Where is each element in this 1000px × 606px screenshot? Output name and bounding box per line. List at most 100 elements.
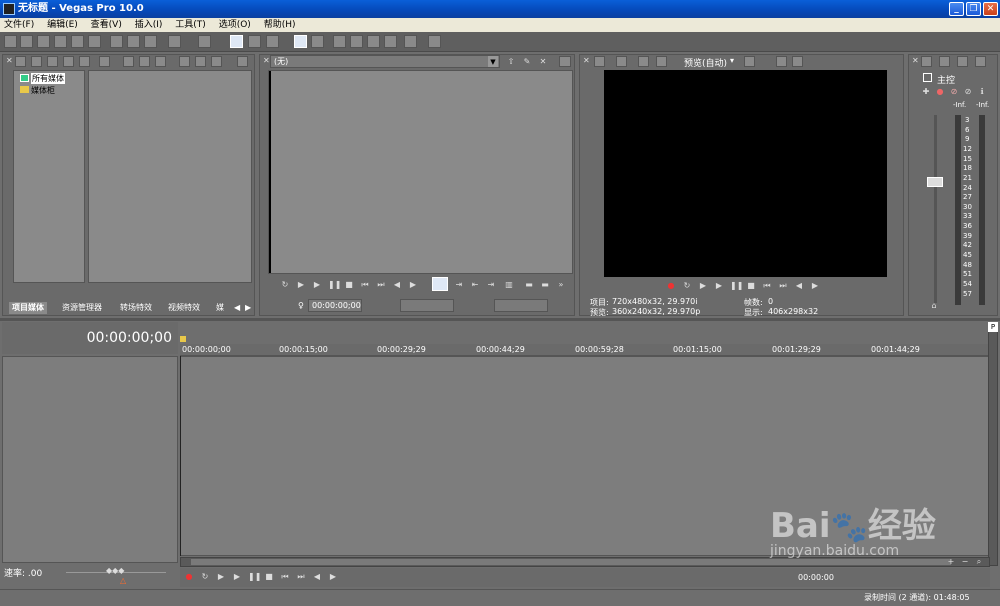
panel-close-icon[interactable]: ✕ — [6, 56, 13, 65]
play-from-start-icon[interactable]: ▶ — [296, 280, 306, 290]
preview-stop-icon[interactable]: ■ — [746, 281, 756, 291]
go-to-end-icon[interactable]: ⏭ — [376, 280, 386, 290]
quality-chevron-down-icon[interactable]: ▾ — [730, 56, 734, 65]
zoom-tool-icon[interactable] — [350, 35, 363, 48]
remove-media-icon[interactable] — [123, 56, 134, 67]
menu-file[interactable]: 文件(F) — [4, 20, 34, 30]
timeline-prev-frame-icon[interactable]: ◀ — [312, 572, 322, 582]
bus-insert-icon[interactable]: ✚ — [921, 87, 931, 97]
overlays-icon[interactable] — [744, 56, 755, 67]
zoom-in-icon[interactable] — [367, 35, 380, 48]
record-icon[interactable]: ● — [666, 281, 676, 291]
previous-frame-icon[interactable]: ◀ — [392, 280, 402, 290]
zoom-out-icon[interactable] — [384, 35, 397, 48]
selection-tool-icon[interactable] — [333, 35, 346, 48]
fader-lock-icon[interactable]: ⌂ — [929, 301, 939, 311]
bus-info-icon[interactable]: ℹ — [977, 87, 987, 97]
media-fx-icon[interactable] — [155, 56, 166, 67]
normal-edit-tool-icon[interactable] — [294, 35, 307, 48]
new-icon[interactable] — [4, 35, 17, 48]
tab-media-generators[interactable]: 媒 — [213, 302, 227, 314]
master-properties-icon[interactable] — [921, 56, 932, 67]
menu-tools[interactable]: 工具(T) — [175, 20, 206, 30]
maximize-button[interactable]: ❐ — [966, 2, 981, 16]
bus-mute-icon[interactable]: ⊘ — [949, 87, 959, 97]
loop-icon[interactable]: ↻ — [280, 280, 290, 290]
trimmer-play-icon[interactable]: ▶ — [312, 280, 322, 290]
timeline-go-to-end-icon[interactable]: ⏭ — [296, 572, 306, 582]
minimize-button[interactable]: _ — [949, 2, 964, 16]
snap-icon[interactable] — [248, 35, 261, 48]
downmix-icon[interactable] — [939, 56, 950, 67]
trimmer-clear-icon[interactable]: ✕ — [538, 57, 548, 67]
views-icon[interactable] — [237, 56, 248, 67]
auto-preview-icon[interactable] — [211, 56, 222, 67]
envelope-tool-icon[interactable] — [311, 35, 324, 48]
get-media-icon[interactable] — [47, 56, 58, 67]
close-button[interactable]: ✕ — [983, 2, 998, 16]
tab-scroll-right-icon[interactable]: ▶ — [245, 303, 251, 312]
trimmer-in-point[interactable] — [400, 299, 454, 312]
master-more-icon[interactable] — [975, 56, 986, 67]
undo-icon[interactable] — [168, 35, 181, 48]
overwrite-icon[interactable]: ▬ — [524, 280, 534, 290]
menu-help[interactable]: 帮助(H) — [264, 20, 296, 30]
preview-loop-icon[interactable]: ↻ — [682, 281, 692, 291]
menu-insert[interactable]: 插入(I) — [135, 20, 163, 30]
preview-play-from-start-icon[interactable]: ▶ — [698, 281, 708, 291]
tab-video-fx[interactable]: 视频特效 — [165, 302, 203, 314]
lock-envelopes-icon[interactable] — [266, 35, 279, 48]
stop-icon[interactable] — [195, 56, 206, 67]
dim-output-icon[interactable] — [957, 56, 968, 67]
trimmer-media-select[interactable]: (无) ▼ — [270, 55, 500, 68]
preview-properties-icon[interactable] — [594, 56, 605, 67]
trimmer-fx-icon[interactable]: ✎ — [522, 57, 532, 67]
rate-slider-handle[interactable]: ◆◆◆ — [106, 566, 124, 575]
save-snapshot-icon[interactable] — [792, 56, 803, 67]
timeline-play-icon[interactable]: ▶ — [232, 572, 242, 582]
media-web-icon[interactable] — [63, 56, 74, 67]
audio-icon[interactable]: ▥ — [504, 280, 514, 290]
menu-edit[interactable]: 编辑(E) — [47, 20, 78, 30]
media-properties-icon[interactable] — [139, 56, 150, 67]
timeline-loop-icon[interactable]: ↻ — [200, 572, 210, 582]
copy-icon[interactable] — [127, 35, 140, 48]
more-icon[interactable]: » — [556, 280, 566, 290]
tab-project-media[interactable]: 项目媒体 — [9, 302, 47, 314]
master-checkbox[interactable] — [923, 73, 932, 82]
bus-solo-icon[interactable]: ⊘ — [963, 87, 973, 97]
select-range-icon[interactable]: ⇥ — [454, 280, 464, 290]
preview-quality-select[interactable]: 预览(自动) — [684, 56, 727, 69]
menu-view[interactable]: 查看(V) — [91, 20, 122, 30]
bus-fx-icon[interactable]: ● — [935, 87, 945, 97]
trim-range-icon[interactable]: ⇥ — [486, 280, 496, 290]
redo-icon[interactable] — [198, 35, 211, 48]
split-screen-icon[interactable] — [656, 56, 667, 67]
play-icon[interactable] — [179, 56, 190, 67]
preview-next-frame-icon[interactable]: ▶ — [810, 281, 820, 291]
timeline-record-icon[interactable]: ● — [184, 572, 194, 582]
preview-go-to-end-icon[interactable]: ⏭ — [778, 281, 788, 291]
properties-icon[interactable] — [88, 35, 101, 48]
master-close-icon[interactable]: ✕ — [912, 56, 919, 65]
master-fader-handle[interactable] — [927, 177, 943, 187]
split-icon[interactable] — [404, 35, 417, 48]
whats-this-icon[interactable] — [428, 35, 441, 48]
timeline-next-frame-icon[interactable]: ▶ — [328, 572, 338, 582]
snap-pin-icon[interactable]: P — [988, 322, 998, 332]
go-to-start-icon[interactable]: ⏮ — [360, 280, 370, 290]
trimmer-out-point[interactable] — [494, 299, 548, 312]
search-media-icon[interactable] — [99, 56, 110, 67]
show-video-icon[interactable] — [432, 277, 448, 291]
tree-item-all-media[interactable]: 所有媒体 — [31, 73, 65, 84]
tree-item-media-bins[interactable]: 媒体柜 — [31, 85, 55, 96]
trimmer-area[interactable] — [268, 70, 573, 274]
next-frame-icon[interactable]: ▶ — [408, 280, 418, 290]
fill-range-icon[interactable]: ⇤ — [470, 280, 480, 290]
timeline-pause-icon[interactable]: ❚❚ — [248, 572, 261, 582]
timeline-go-to-start-icon[interactable]: ⏮ — [280, 572, 290, 582]
trimmer-view-icon[interactable] — [559, 56, 571, 67]
chevron-down-icon[interactable]: ▼ — [488, 56, 498, 67]
tab-scroll-left-icon[interactable]: ◀ — [234, 303, 240, 312]
save-icon[interactable] — [37, 35, 50, 48]
